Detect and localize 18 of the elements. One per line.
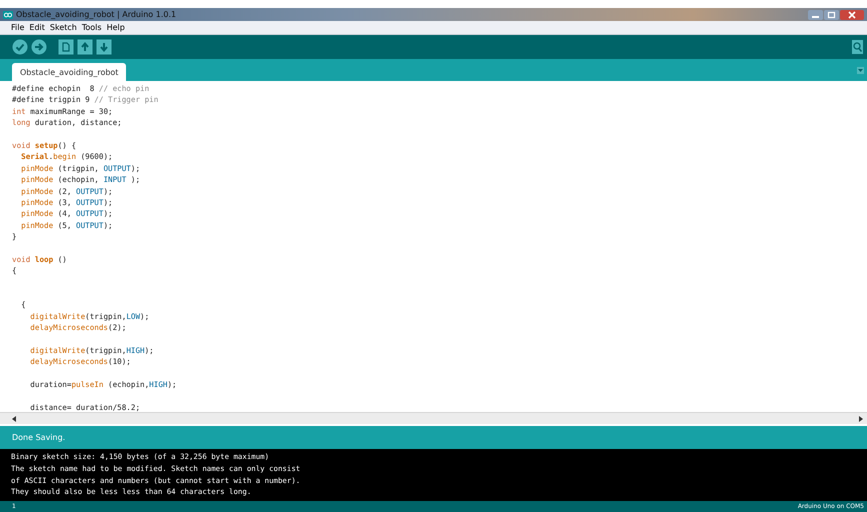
scroll-right-icon[interactable] [858, 416, 863, 422]
search-icon[interactable] [852, 40, 863, 54]
verify-check-icon[interactable] [12, 39, 28, 55]
menu-item[interactable]: Sketch [50, 23, 77, 32]
scroll-left-icon[interactable] [12, 416, 17, 422]
dropdown-caret-icon[interactable] [857, 66, 864, 74]
menu-item[interactable]: Edit [29, 23, 45, 32]
menu-item[interactable]: File [11, 23, 24, 32]
minimize-icon[interactable] [808, 10, 823, 20]
close-icon[interactable] [840, 10, 864, 20]
new-file-icon[interactable] [58, 39, 74, 55]
menu-item[interactable]: Tools [82, 23, 102, 32]
app-icon [3, 10, 13, 18]
sketch-tab[interactable]: Obstacle_avoiding_robot [12, 63, 126, 81]
status-message: Done Saving. [12, 433, 66, 442]
menu-item[interactable]: Help [106, 23, 125, 32]
maximize-icon[interactable] [824, 10, 839, 20]
window-title: Obstacle_avoiding_robot | Arduino 1.0.1 [16, 10, 176, 19]
